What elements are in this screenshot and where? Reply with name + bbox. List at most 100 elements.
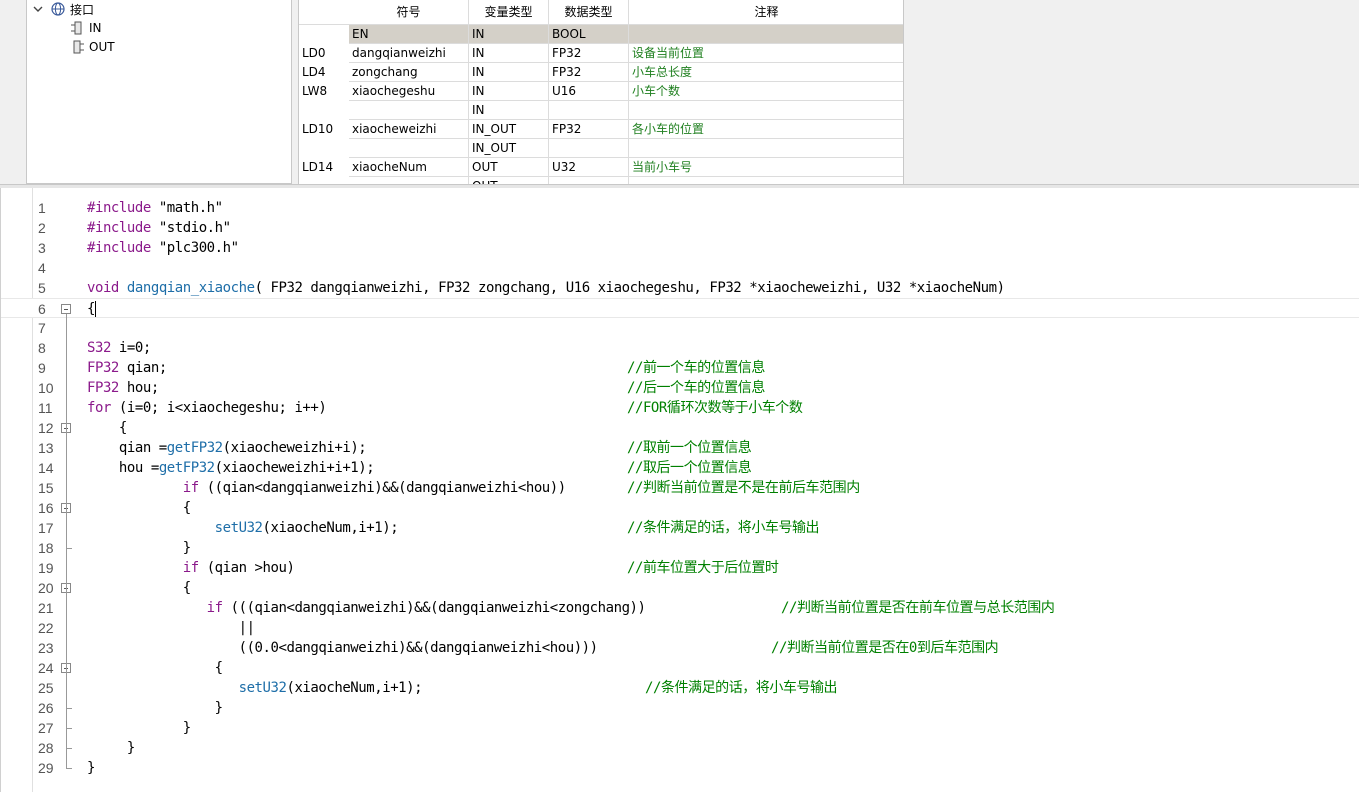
code-line[interactable]: 4: [1, 258, 1359, 278]
code-line[interactable]: 16 {: [1, 498, 1359, 518]
table-row[interactable]: LD10 xiaocheweizhi IN_OUT FP32 各小车的位置: [299, 120, 903, 139]
code-line[interactable]: 11 for (i=0; i<xiaochegeshu; i++) //FOR循环次…: [1, 398, 1359, 418]
row-comment[interactable]: 各小车的位置: [629, 120, 903, 139]
row-symbol[interactable]: xiaocheweizhi: [349, 120, 469, 139]
header-symbol[interactable]: 符号: [349, 0, 469, 25]
row-symbol[interactable]: EN: [349, 25, 469, 44]
row-comment[interactable]: 小车个数: [629, 82, 903, 101]
code-line[interactable]: 6{: [1, 298, 1359, 318]
row-data-type[interactable]: U16: [549, 82, 629, 101]
code-line[interactable]: 23 ((0.0<dangqianweizhi)&&(dangqianweizh…: [1, 638, 1359, 658]
table-row[interactable]: EN IN BOOL: [299, 25, 903, 44]
code-token: {: [87, 580, 191, 596]
code-line[interactable]: 24 {: [1, 658, 1359, 678]
header-var-type[interactable]: 变量类型: [469, 0, 549, 25]
code-line[interactable]: 2 #include "stdio.h": [1, 218, 1359, 238]
row-comment[interactable]: [629, 101, 903, 120]
code-editor[interactable]: 1 #include "math.h" 2 #include "stdio.h" 3 #i…: [0, 188, 1359, 792]
collapse-arrow-icon[interactable]: [33, 4, 43, 14]
code-line[interactable]: 29}: [1, 758, 1359, 778]
row-data-type[interactable]: FP32: [549, 63, 629, 82]
row-comment[interactable]: 设备当前位置: [629, 44, 903, 63]
line-number: 9: [38, 360, 46, 376]
row-symbol[interactable]: [349, 177, 469, 184]
table-row[interactable]: OUT: [299, 177, 903, 184]
row-symbol[interactable]: xiaocheNum: [349, 158, 469, 177]
table-row[interactable]: IN_OUT: [299, 139, 903, 158]
line-number: 12: [38, 420, 54, 436]
row-comment[interactable]: [629, 177, 903, 184]
tree-item-out[interactable]: OUT: [71, 38, 115, 56]
row-symbol[interactable]: zongchang: [349, 63, 469, 82]
row-var-type[interactable]: IN: [469, 44, 549, 63]
code-line[interactable]: 25 setU32(xiaocheNum,i+1); //条件满足的话，将小车号输…: [1, 678, 1359, 698]
code-comment: //条件满足的话，将小车号输出: [627, 520, 820, 536]
header-comment[interactable]: 注释: [629, 0, 903, 25]
row-comment[interactable]: 小车总长度: [629, 63, 903, 82]
code-line[interactable]: 21 if (((qian<dangqianweizhi)&&(dangqian…: [1, 598, 1359, 618]
row-data-type[interactable]: [549, 101, 629, 120]
code-line[interactable]: 13 qian =getFP32(xiaocheweizhi+i); //取前一个…: [1, 438, 1359, 458]
line-number: 14: [38, 460, 54, 476]
row-data-type[interactable]: U32: [549, 158, 629, 177]
row-comment[interactable]: [629, 139, 903, 158]
code-line[interactable]: 18 }: [1, 538, 1359, 558]
code-token: void: [87, 280, 127, 296]
row-symbol[interactable]: dangqianweizhi: [349, 44, 469, 63]
code-token: if: [87, 600, 231, 616]
row-var-type[interactable]: OUT: [469, 177, 549, 184]
code-token: hou;: [126, 380, 159, 396]
table-row[interactable]: LD0 dangqianweizhi IN FP32 设备当前位置: [299, 44, 903, 63]
row-data-type[interactable]: BOOL: [549, 25, 629, 44]
row-data-type[interactable]: FP32: [549, 44, 629, 63]
code-line[interactable]: 28 }: [1, 738, 1359, 758]
row-data-type[interactable]: [549, 139, 629, 158]
row-var-type[interactable]: OUT: [469, 158, 549, 177]
code-line[interactable]: 12 {: [1, 418, 1359, 438]
row-var-type[interactable]: IN: [469, 63, 549, 82]
code-line[interactable]: 5 void dangqian_xiaoche( FP32 dangqianwei…: [1, 278, 1359, 298]
line-number: 16: [38, 500, 54, 516]
table-row[interactable]: LD14 xiaocheNum OUT U32 当前小车号: [299, 158, 903, 177]
row-var-type[interactable]: IN: [469, 25, 549, 44]
code-line[interactable]: 1 #include "math.h": [1, 198, 1359, 218]
code-line[interactable]: 22 ||: [1, 618, 1359, 638]
row-symbol[interactable]: [349, 139, 469, 158]
code-line[interactable]: 10 FP32 hou; //后一个车的位置信息: [1, 378, 1359, 398]
tree-root-item[interactable]: 接口: [51, 0, 94, 18]
code-line[interactable]: 7: [1, 318, 1359, 338]
fold-toggle-icon[interactable]: [61, 304, 71, 314]
row-symbol[interactable]: xiaochegeshu: [349, 82, 469, 101]
line-number: 15: [38, 480, 54, 496]
row-var-type[interactable]: IN_OUT: [469, 139, 549, 158]
row-comment[interactable]: [629, 25, 903, 44]
code-line[interactable]: 3 #include "plc300.h": [1, 238, 1359, 258]
table-row[interactable]: LD4 zongchang IN FP32 小车总长度: [299, 63, 903, 82]
fold-guide-end: [66, 708, 72, 709]
tree-item-in[interactable]: IN: [71, 19, 102, 37]
code-line[interactable]: 19 if (qian >hou) //前车位置大于后位置时: [1, 558, 1359, 578]
code-line[interactable]: 14 hou =getFP32(xiaocheweizhi+i+1); //取后一…: [1, 458, 1359, 478]
code-text: if (((qian<dangqianweizhi)&&(dangqianwei…: [87, 598, 646, 618]
table-row[interactable]: IN: [299, 101, 903, 120]
row-data-type[interactable]: [549, 177, 629, 184]
row-data-type[interactable]: FP32: [549, 120, 629, 139]
row-var-type[interactable]: IN_OUT: [469, 120, 549, 139]
header-data-type[interactable]: 数据类型: [549, 0, 629, 25]
row-symbol[interactable]: [349, 101, 469, 120]
code-line[interactable]: 9 FP32 qian; //前一个车的位置信息: [1, 358, 1359, 378]
table-row[interactable]: LW8 xiaochegeshu IN U16 小车个数: [299, 82, 903, 101]
header-address: [299, 0, 349, 25]
row-var-type[interactable]: IN: [469, 101, 549, 120]
code-line[interactable]: 8 S32 i=0;: [1, 338, 1359, 358]
code-line[interactable]: 15 if ((qian<dangqianweizhi)&&(dangqianw…: [1, 478, 1359, 498]
code-text: void dangqian_xiaoche( FP32 dangqianweiz…: [87, 278, 1005, 298]
row-comment[interactable]: 当前小车号: [629, 158, 903, 177]
line-number: 7: [38, 320, 46, 336]
row-var-type[interactable]: IN: [469, 82, 549, 101]
code-line[interactable]: 20 {: [1, 578, 1359, 598]
code-line[interactable]: 17 setU32(xiaocheNum,i+1); //条件满足的话，将小车号输…: [1, 518, 1359, 538]
code-line[interactable]: 27 }: [1, 718, 1359, 738]
code-line[interactable]: 26 }: [1, 698, 1359, 718]
code-token: }: [87, 540, 191, 556]
